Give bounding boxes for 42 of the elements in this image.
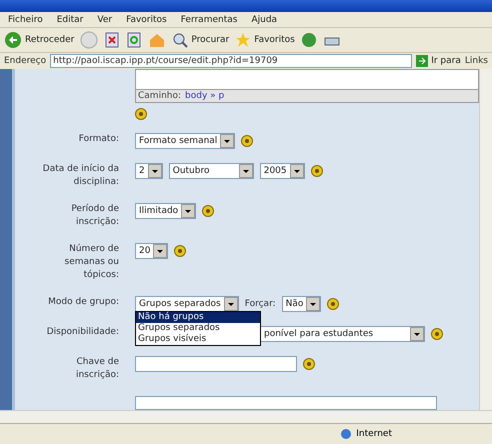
field-label: Disponibilidade: (46, 326, 119, 339)
menu-item[interactable]: Ferramentas (180, 14, 238, 24)
field-label: Período de inscrição: (70, 202, 119, 229)
field-label: Data de início da disciplina: (42, 162, 119, 189)
menu-item[interactable]: Editar (56, 14, 84, 24)
dropdown-value: 2 (139, 166, 145, 176)
dropdown[interactable]: Grupos separados (135, 296, 239, 312)
menu-item[interactable]: Ficheiro (8, 14, 43, 24)
dropdown-value: 2005 (264, 166, 287, 176)
dropdown[interactable]: 2 (135, 162, 163, 179)
path-label: Caminho: (138, 91, 182, 102)
dropdown[interactable]: 20 (135, 242, 168, 259)
menu-item[interactable]: Ver (97, 14, 112, 24)
field-label: Modo de grupo: (47, 296, 119, 309)
dropdown-value: Não (286, 298, 304, 309)
dropdown-value: Outubro (172, 166, 210, 176)
dropdown[interactable]: Formato semanal (135, 132, 236, 149)
address-field[interactable]: http://paol.iscap.ipp.pt/course/edit.php?id=19709 (50, 54, 412, 68)
dropdown-value: Grupos separados (139, 298, 221, 309)
menu-item[interactable]: Ajuda (251, 14, 278, 24)
favorites-button[interactable]: Favoritos (235, 32, 295, 48)
menu-item[interactable]: Favoritos (126, 14, 167, 24)
status-zone: Internet (356, 429, 392, 439)
dropdown-value: 20 (139, 246, 150, 256)
back-button[interactable]: Retroceder (4, 31, 74, 49)
path-link[interactable]: body » p (185, 91, 224, 102)
search-button[interactable]: Procurar (172, 32, 230, 48)
dropdown[interactable]: Outubro (168, 162, 254, 179)
dropdown-value: Ilimitado (139, 206, 178, 216)
dropdown[interactable]: 2005 (260, 162, 305, 179)
address-label: Endereço (4, 55, 46, 68)
field-label: Número de semanas ou tópicos: (64, 242, 119, 282)
dropdown[interactable]: Ilimitado (135, 202, 196, 219)
field-label: Forçar: (244, 298, 276, 311)
links-label[interactable]: Links (464, 53, 488, 69)
dropdown-option[interactable]: Não há grupos (136, 312, 260, 323)
dropdown-value: ponível para estudantes (264, 328, 374, 339)
go-button[interactable]: Ir para (416, 55, 461, 67)
dropdown-value: Formato semanal (139, 136, 218, 146)
field-label: Formato: (78, 132, 119, 146)
dropdown[interactable]: Não (282, 296, 322, 312)
field-label: Chave de inscrição: (74, 356, 119, 382)
